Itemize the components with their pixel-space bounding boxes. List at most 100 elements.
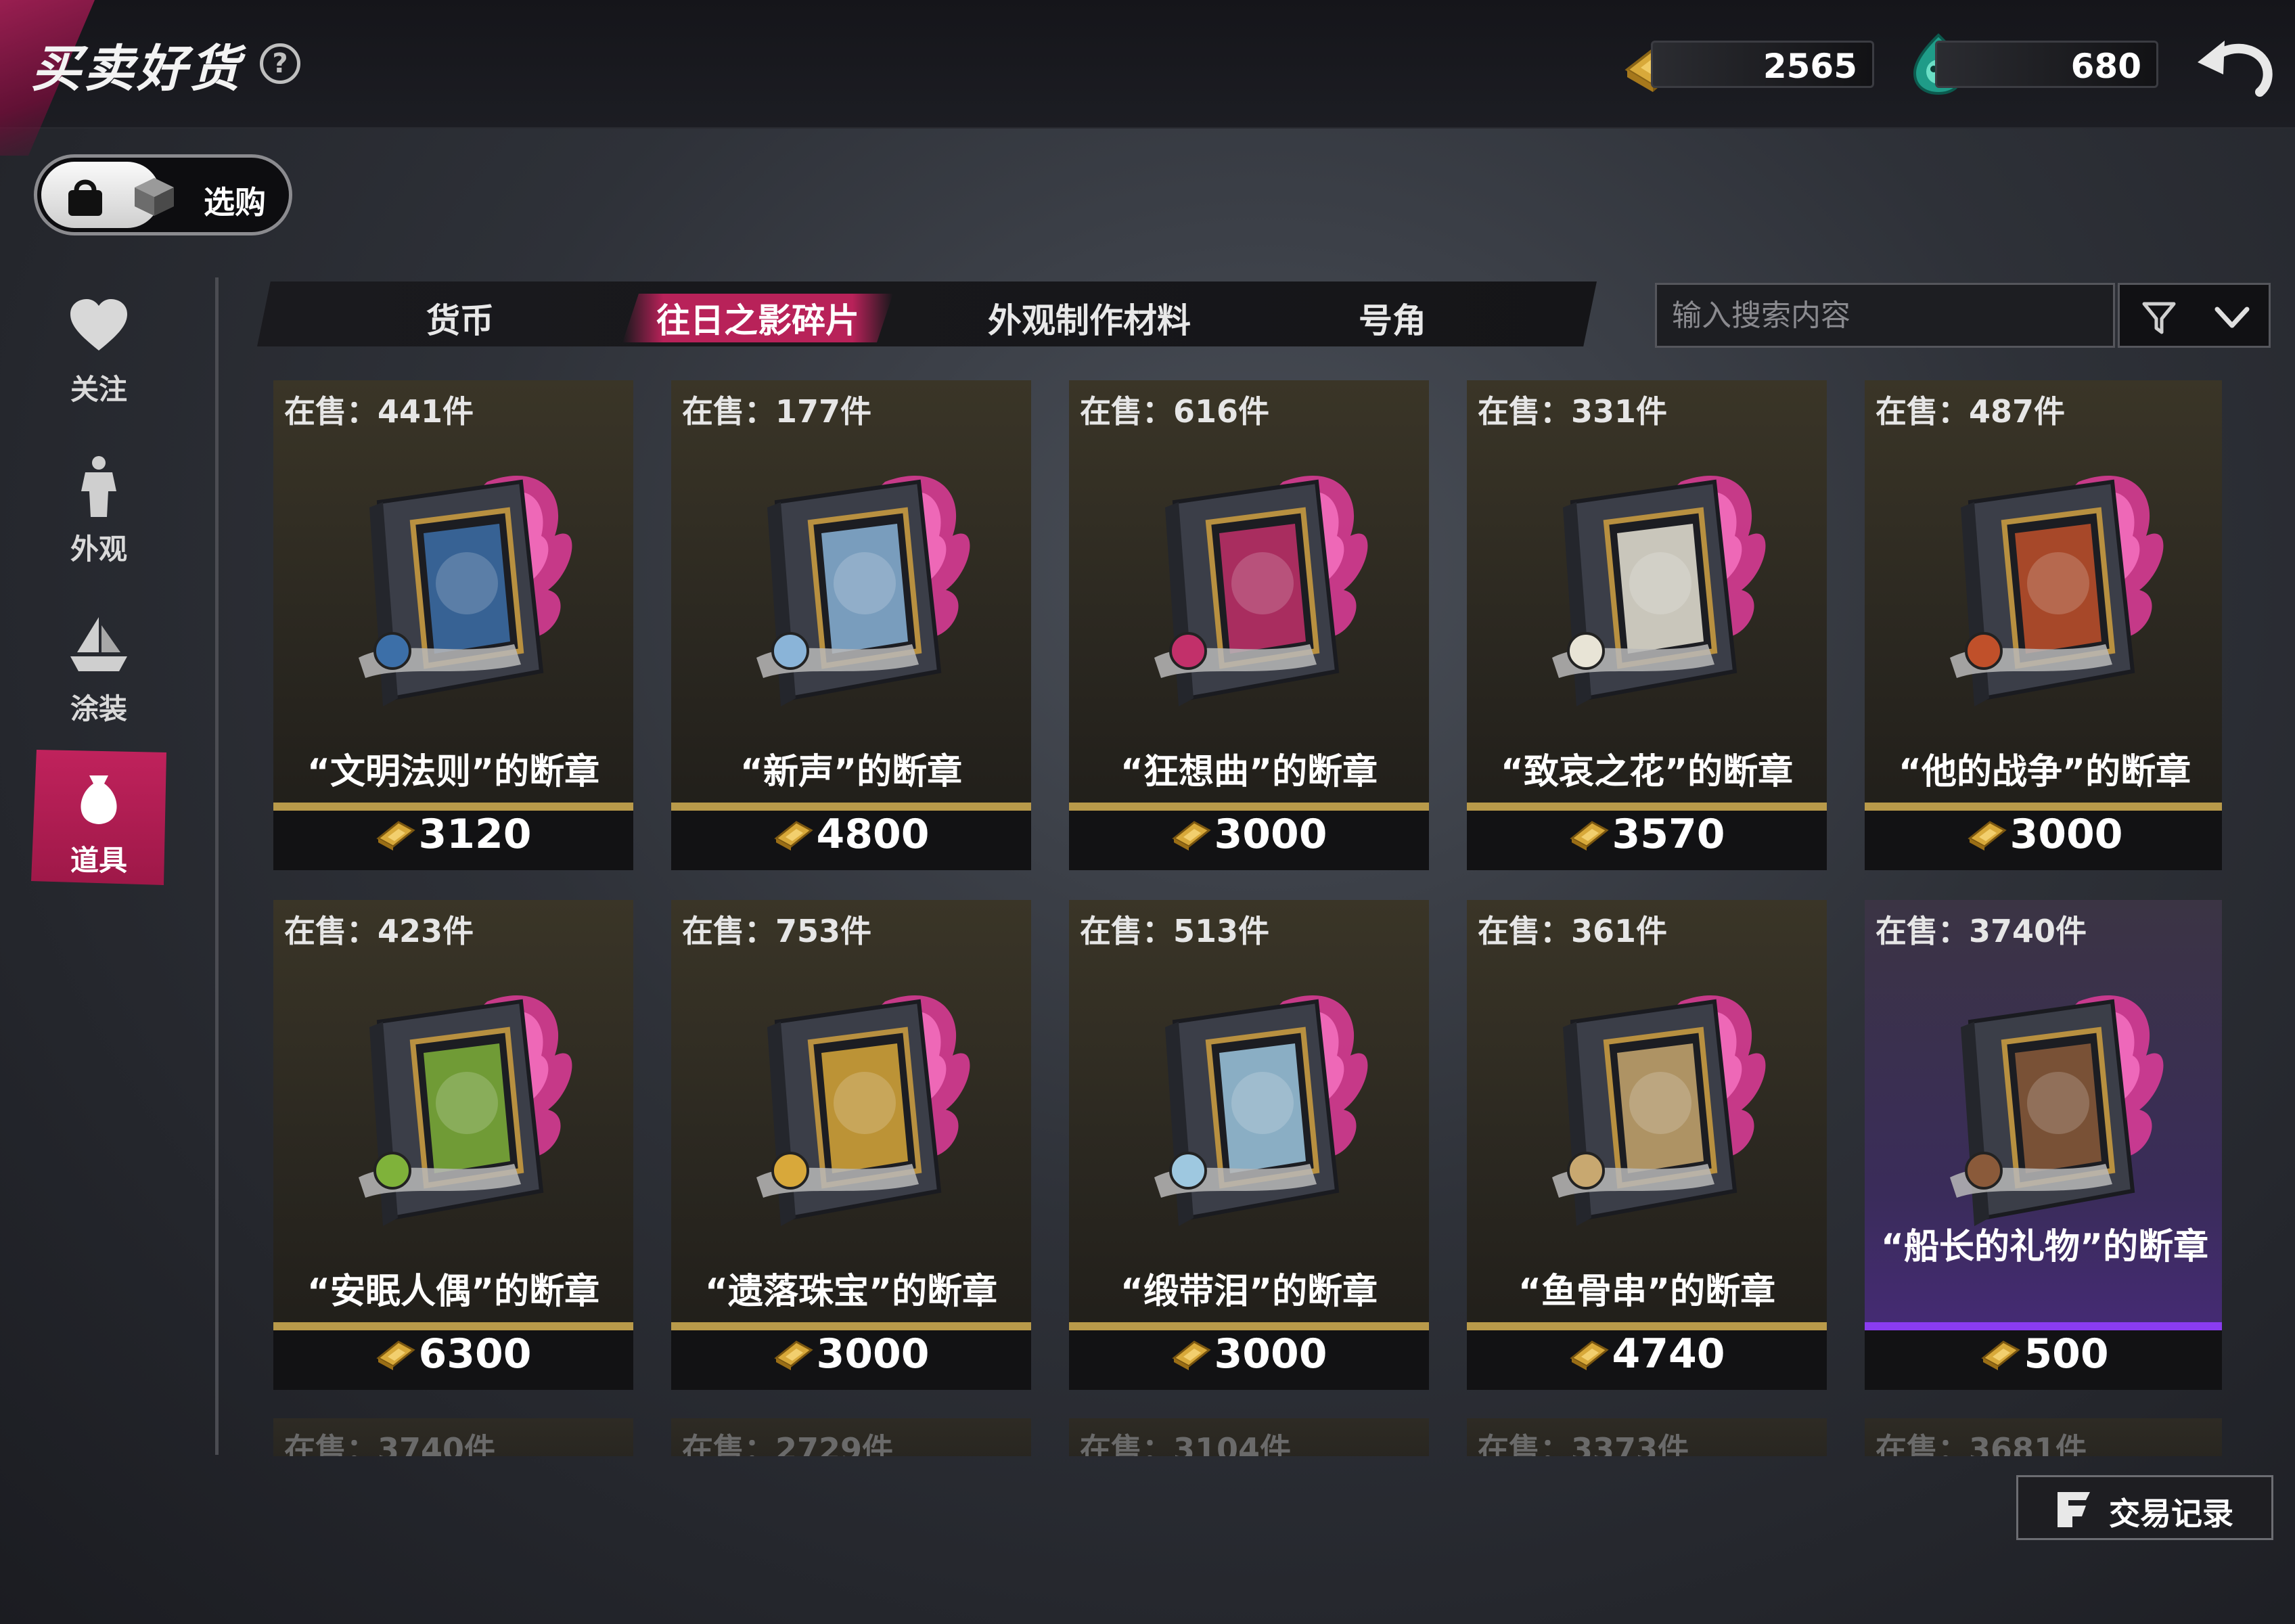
rarity-bar bbox=[1467, 1322, 1827, 1330]
category-tabs: 货币 往日之影碎片 外观制作材料 号角 bbox=[257, 281, 1597, 346]
sidebar-divider bbox=[215, 277, 219, 1455]
gem-amount: 680 bbox=[2070, 47, 2141, 86]
price-row: 3120 bbox=[273, 811, 633, 870]
item-card[interactable]: 在售：513件 “缎带泪”的断章 3000 bbox=[1069, 900, 1429, 1390]
sidebar-item-label: 外观 bbox=[70, 533, 127, 566]
item-price: 3000 bbox=[1214, 1330, 1327, 1378]
gem-balance: 680 bbox=[1935, 41, 2158, 88]
sidebar-item-label: 关注 bbox=[70, 373, 127, 406]
fragment-book-icon bbox=[1552, 995, 1766, 1226]
item-name: “安眠人偶”的断章 bbox=[306, 1271, 600, 1312]
gold-coin-icon bbox=[376, 821, 415, 851]
fragment-book-icon bbox=[1950, 476, 2164, 706]
tab-currency[interactable]: 货币 bbox=[426, 294, 494, 342]
gold-coin-icon bbox=[1171, 1340, 1211, 1370]
top-bar: 买卖好货 ? 2565 680 bbox=[0, 0, 2295, 156]
item-grid: 在售：441件 “文明法则”的断章 3120 在售：177件 “新声”的断章 4800 在售… bbox=[273, 380, 2222, 1456]
back-arrow-icon[interactable] bbox=[2192, 27, 2273, 102]
item-price: 6300 bbox=[418, 1330, 532, 1378]
box-icon bbox=[135, 178, 174, 216]
gold-coin-icon bbox=[773, 821, 813, 851]
trade-record-button[interactable]: 交易记录 bbox=[2016, 1475, 2273, 1540]
item-price: 4740 bbox=[1612, 1330, 1725, 1378]
stock-count: 在售：3740件 bbox=[284, 1431, 496, 1456]
toggle-knob[interactable] bbox=[41, 162, 174, 228]
price-row: 3000 bbox=[1069, 811, 1429, 870]
item-name: “文明法则”的断章 bbox=[306, 752, 600, 792]
rarity-bar bbox=[1069, 803, 1429, 811]
help-icon[interactable]: ? bbox=[260, 43, 300, 84]
item-name: “狂想曲”的断章 bbox=[1120, 752, 1378, 792]
sidebar-item-follow[interactable]: 关注 bbox=[31, 279, 166, 414]
price-row: 4740 bbox=[1467, 1330, 1827, 1390]
gold-coin-icon bbox=[376, 1340, 415, 1370]
gold-coin-icon bbox=[1569, 821, 1609, 851]
rarity-bar bbox=[1467, 803, 1827, 811]
item-name: “遗落珠宝”的断章 bbox=[704, 1271, 998, 1312]
stock-count: 在售：441件 bbox=[284, 393, 474, 430]
price-row: 4800 bbox=[671, 811, 1031, 870]
tab-appearance-materials[interactable]: 外观制作材料 bbox=[988, 294, 1191, 342]
fragment-book-icon bbox=[359, 995, 572, 1226]
record-icon bbox=[2058, 1492, 2090, 1527]
rarity-bar bbox=[1865, 1322, 2222, 1330]
tab-horn[interactable]: 号角 bbox=[1359, 294, 1426, 342]
item-name: “船长的礼物”的断章 bbox=[1880, 1227, 2209, 1267]
item-card[interactable]: 在售：487件 “他的战争”的断章 3000 bbox=[1865, 380, 2222, 870]
gold-coin-icon bbox=[1569, 1340, 1609, 1370]
filter-dropdown[interactable] bbox=[2118, 283, 2271, 348]
mode-toggle[interactable]: 选购 bbox=[34, 154, 292, 235]
gold-coin-icon bbox=[1981, 1340, 2021, 1370]
item-card-partial[interactable]: 在售：3373件 bbox=[1467, 1418, 1827, 1456]
item-card[interactable]: 在售：177件 “新声”的断章 4800 bbox=[671, 380, 1031, 870]
stock-count: 在售：513件 bbox=[1080, 913, 1270, 949]
item-card[interactable]: 在售：616件 “狂想曲”的断章 3000 bbox=[1069, 380, 1429, 870]
rarity-bar bbox=[671, 803, 1031, 811]
stock-count: 在售：3104件 bbox=[1080, 1431, 1292, 1456]
item-card[interactable]: 在售：441件 “文明法则”的断章 3120 bbox=[273, 380, 633, 870]
sidebar-item-label: 道具 bbox=[70, 844, 127, 877]
price-row: 500 bbox=[1865, 1330, 2222, 1390]
gold-balance: 2565 bbox=[1651, 41, 1874, 88]
stock-count: 在售：361件 bbox=[1478, 913, 1668, 949]
fragment-book-icon bbox=[1154, 476, 1368, 706]
stock-count: 在售：3373件 bbox=[1478, 1431, 1689, 1456]
sidebar-item-appearance[interactable]: 外观 bbox=[31, 438, 166, 574]
sidebar-item-items[interactable]: 道具 bbox=[31, 750, 166, 885]
item-price: 3570 bbox=[1612, 811, 1725, 858]
heart-icon bbox=[70, 299, 127, 351]
item-card[interactable]: 在售：3740件 “船长的礼物”的断章 500 bbox=[1865, 900, 2222, 1390]
item-price: 3000 bbox=[816, 1330, 930, 1378]
stock-count: 在售：423件 bbox=[284, 913, 474, 949]
stock-count: 在售：2729件 bbox=[682, 1431, 894, 1456]
item-name: “新声”的断章 bbox=[740, 752, 963, 792]
item-name: “他的战争”的断章 bbox=[1898, 752, 2191, 792]
item-card[interactable]: 在售：423件 “安眠人偶”的断章 6300 bbox=[273, 900, 633, 1390]
item-card-partial[interactable]: 在售：3740件 bbox=[273, 1418, 633, 1456]
item-card[interactable]: 在售：361件 “鱼骨串”的断章 4740 bbox=[1467, 900, 1827, 1390]
bag-icon bbox=[68, 179, 102, 216]
gold-coin-icon bbox=[1171, 821, 1211, 851]
item-card-partial[interactable]: 在售：3681件 bbox=[1865, 1418, 2222, 1456]
fragment-book-icon bbox=[359, 476, 572, 706]
gold-coin-icon bbox=[773, 1340, 813, 1370]
item-price: 3000 bbox=[2009, 811, 2123, 858]
search-input[interactable] bbox=[1655, 283, 2115, 348]
ship-icon bbox=[70, 617, 127, 671]
toggle-label-buy[interactable]: 选购 bbox=[204, 178, 266, 223]
item-card-partial[interactable]: 在售：3104件 bbox=[1069, 1418, 1429, 1456]
item-price: 4800 bbox=[816, 811, 930, 858]
costume-icon bbox=[81, 456, 116, 517]
fragment-book-icon bbox=[1950, 995, 2164, 1226]
item-name: “缎带泪”的断章 bbox=[1120, 1271, 1378, 1312]
item-card[interactable]: 在售：753件 “遗落珠宝”的断章 3000 bbox=[671, 900, 1031, 1390]
tab-shadow-fragments[interactable]: 往日之影碎片 bbox=[656, 294, 859, 342]
item-card[interactable]: 在售：331件 “致哀之花”的断章 3570 bbox=[1467, 380, 1827, 870]
sidebar-item-paint[interactable]: 涂装 bbox=[31, 598, 166, 734]
rarity-bar bbox=[273, 1322, 633, 1330]
stock-count: 在售：616件 bbox=[1080, 393, 1270, 430]
item-card-partial[interactable]: 在售：2729件 bbox=[671, 1418, 1031, 1456]
price-row: 6300 bbox=[273, 1330, 633, 1390]
fragment-book-icon bbox=[756, 995, 970, 1226]
filter-icon bbox=[2142, 302, 2176, 334]
